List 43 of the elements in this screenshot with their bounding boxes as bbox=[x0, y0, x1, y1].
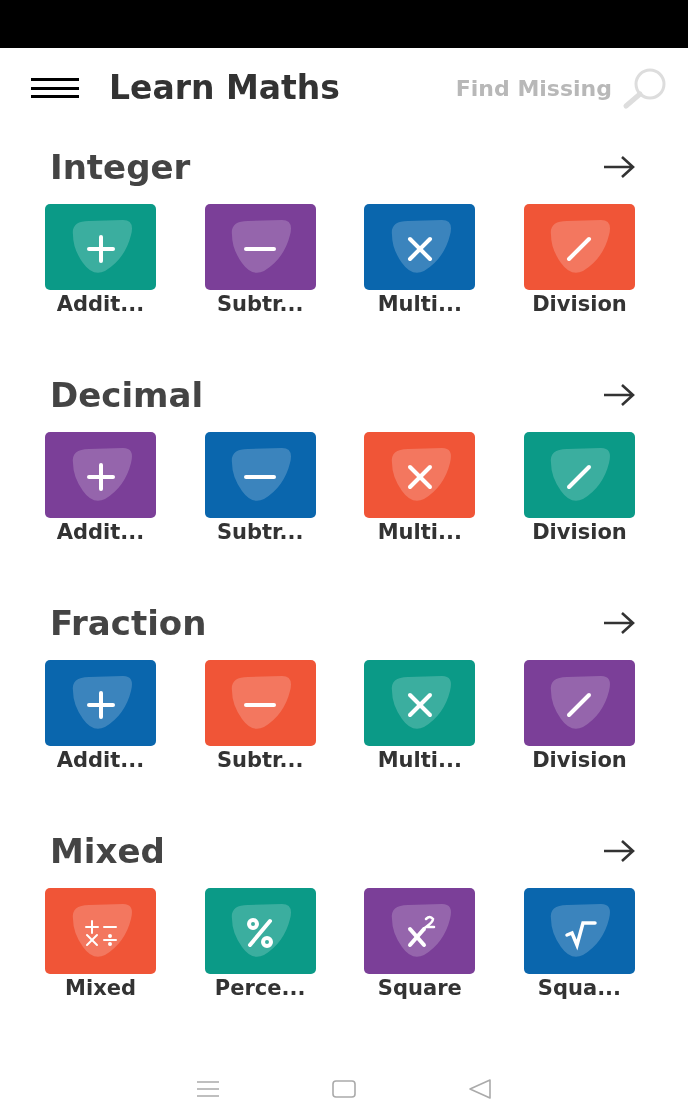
tile-label: Addit... bbox=[56, 522, 145, 543]
tile-label: Subtr... bbox=[216, 522, 304, 543]
operation-tile[interactable] bbox=[523, 660, 635, 746]
tile-label: Division bbox=[532, 750, 627, 771]
operation-tile[interactable] bbox=[523, 888, 635, 974]
tile-label: Square bbox=[377, 978, 462, 999]
operation-tile[interactable] bbox=[364, 432, 476, 518]
tile-label: Multi... bbox=[377, 294, 462, 315]
operation-tile[interactable] bbox=[45, 204, 156, 290]
operation-tile[interactable] bbox=[523, 204, 635, 290]
operation-tile[interactable] bbox=[364, 204, 476, 290]
search-field[interactable]: Find Missing bbox=[455, 71, 612, 105]
section-title: Fraction bbox=[50, 601, 207, 645]
operation-tile[interactable] bbox=[45, 432, 156, 518]
section-title: Mixed bbox=[50, 829, 165, 873]
section-title: Integer bbox=[50, 145, 191, 189]
tile-label: Squa... bbox=[537, 978, 622, 999]
tile-label: Subtr... bbox=[216, 294, 304, 315]
tile-label: Addit... bbox=[56, 750, 145, 771]
operation-tile[interactable] bbox=[204, 204, 316, 290]
tile-label: Subtr... bbox=[216, 750, 304, 771]
tile-label: Division bbox=[532, 294, 627, 315]
tile-label: Addit... bbox=[56, 294, 145, 315]
operation-tile[interactable] bbox=[204, 660, 316, 746]
arrow-right-icon[interactable] bbox=[602, 383, 636, 407]
tile-label: Multi... bbox=[377, 750, 462, 771]
app-title: Learn Maths bbox=[109, 67, 340, 110]
arrow-right-icon[interactable] bbox=[602, 155, 636, 179]
arrow-right-icon[interactable] bbox=[602, 611, 636, 635]
tile-label: Multi... bbox=[377, 522, 462, 543]
operation-tile[interactable] bbox=[364, 660, 476, 746]
section-title: Decimal bbox=[50, 373, 204, 417]
operation-tile[interactable] bbox=[45, 660, 156, 746]
operation-tile[interactable] bbox=[45, 888, 156, 974]
tile-label: Division bbox=[532, 522, 627, 543]
operation-tile[interactable] bbox=[364, 888, 476, 974]
operation-tile[interactable] bbox=[523, 432, 635, 518]
operation-tile[interactable] bbox=[204, 432, 316, 518]
menu-icon[interactable] bbox=[31, 76, 79, 100]
operation-tile[interactable] bbox=[204, 888, 316, 974]
tile-label: Perce... bbox=[214, 978, 306, 999]
tile-label: Mixed bbox=[65, 978, 136, 999]
arrow-right-icon[interactable] bbox=[602, 839, 636, 863]
